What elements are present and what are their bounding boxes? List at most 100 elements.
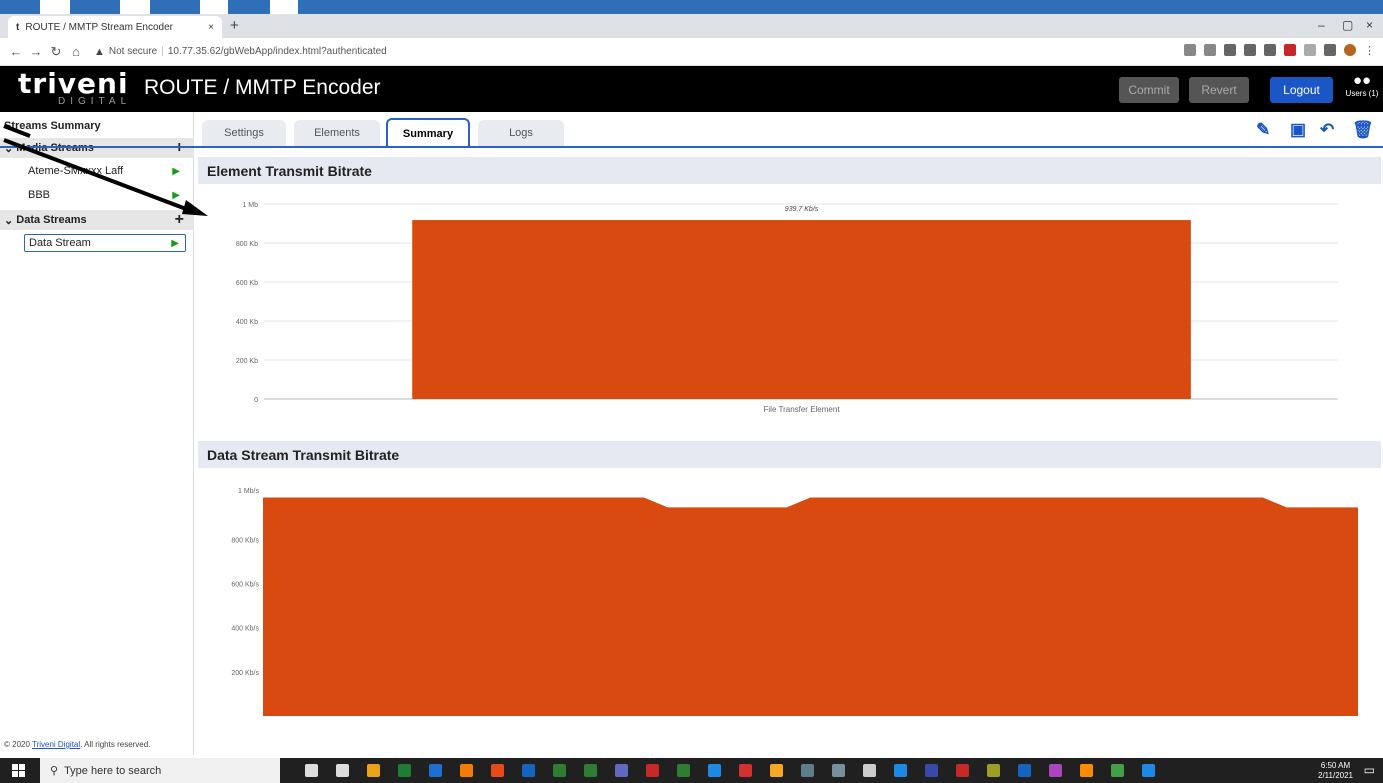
y-tick-label: 400 Kb/s	[231, 626, 259, 633]
taskbar-app-icon[interactable]	[801, 764, 814, 777]
logo-subtitle: DIGITAL	[58, 96, 132, 107]
maximize-button[interactable]: ▢	[1342, 18, 1353, 32]
taskbar-search-placeholder: Type here to search	[64, 764, 162, 777]
users-icon: ●●	[1352, 72, 1372, 89]
taskbar-app-icon[interactable]	[987, 764, 1000, 777]
app-title: ROUTE / MMTP Encoder	[144, 76, 381, 99]
taskbar-app-icon[interactable]	[336, 764, 349, 777]
taskbar-app-icon[interactable]	[832, 764, 845, 777]
save-icon[interactable]: ▣	[1290, 120, 1306, 140]
close-window-button[interactable]: ×	[1366, 18, 1373, 32]
copyright-suffix: . All rights reserved.	[80, 740, 151, 749]
panel-title: Data Stream Transmit Bitrate	[207, 446, 400, 463]
taskbar-app-icon[interactable]	[1080, 764, 1093, 777]
url-field[interactable]: ▲ Not secure | 10.77.35.62/gbWebApp/inde…	[94, 46, 387, 58]
minimize-button[interactable]: –	[1318, 18, 1325, 32]
taskbar-app-icon[interactable]	[367, 764, 380, 777]
taskbar-app-icon[interactable]	[770, 764, 783, 777]
star-icon[interactable]	[1204, 44, 1216, 56]
taskbar-app-icon[interactable]	[429, 764, 442, 777]
copyright-footer: © 2020 Triveni Digital. All rights reser…	[4, 740, 150, 749]
y-tick-label: 400 Kb	[236, 319, 258, 326]
y-tick-label: 1 Mb/s	[238, 488, 260, 495]
users-label: Users (1)	[1345, 89, 1379, 98]
logout-button[interactable]: Logout	[1270, 77, 1333, 103]
menu-icon[interactable]: ⋮	[1364, 44, 1375, 57]
browser-tab[interactable]: t ROUTE / MMTP Stream Encoder ×	[8, 16, 222, 38]
taskbar-clock[interactable]: 6:50 AM 2/11/2021	[1318, 761, 1353, 781]
revert-button[interactable]: Revert	[1189, 77, 1249, 103]
tab-logs[interactable]: Logs	[478, 120, 564, 146]
triveni-link[interactable]: Triveni Digital	[32, 740, 80, 749]
new-tab-button[interactable]: +	[230, 17, 239, 34]
logo: triveni DIGITAL	[18, 70, 136, 107]
stream-label: Data Stream	[29, 237, 91, 249]
taskbar-app-icon[interactable]	[398, 764, 411, 777]
taskbar-app-icon[interactable]	[925, 764, 938, 777]
undo-icon[interactable]: ↶	[1320, 120, 1334, 140]
windows-start-icon[interactable]	[12, 764, 25, 777]
browser-tabstrip: t ROUTE / MMTP Stream Encoder × + – ▢ ×	[0, 14, 1383, 38]
element-bitrate-header: Element Transmit Bitrate	[198, 157, 1381, 184]
app-tabs: Settings Elements Summary Logs	[198, 112, 1383, 148]
edit-icon[interactable]: ✎	[1256, 120, 1270, 140]
copyright-prefix: © 2020	[4, 740, 32, 749]
taskbar-app-icon[interactable]	[460, 764, 473, 777]
extension-icon[interactable]	[1264, 44, 1276, 56]
taskbar-app-icon[interactable]	[863, 764, 876, 777]
taskbar-app-icon[interactable]	[1018, 764, 1031, 777]
taskbar-app-icon[interactable]	[584, 764, 597, 777]
taskbar-app-icon[interactable]	[956, 764, 969, 777]
taskbar-app-icon[interactable]	[553, 764, 566, 777]
warning-icon: ▲	[94, 45, 105, 58]
panel-title: Element Transmit Bitrate	[207, 162, 372, 179]
taskbar-app-icon[interactable]	[1111, 764, 1124, 777]
extension-icon[interactable]	[1224, 44, 1236, 56]
taskbar-app-icon[interactable]	[615, 764, 628, 777]
taskbar-app-icon[interactable]	[894, 764, 907, 777]
tab-summary[interactable]: Summary	[386, 118, 470, 148]
reload-icon[interactable]: ↻	[46, 44, 66, 60]
taskbar-app-icon[interactable]	[1049, 764, 1062, 777]
top-banner	[0, 0, 1383, 14]
y-tick-label: 800 Kb	[236, 241, 258, 248]
key-icon[interactable]	[1184, 44, 1196, 56]
y-tick-label: 200 Kb	[236, 358, 258, 365]
stream-item[interactable]: Data Stream ▶	[24, 234, 186, 252]
x-tick-label: File Transfer Element	[764, 405, 841, 414]
delete-icon[interactable]: 🗑	[1352, 120, 1374, 140]
forward-icon[interactable]: →	[26, 44, 46, 59]
taskbar-app-icon[interactable]	[1142, 764, 1155, 777]
search-icon: ⚲	[50, 765, 59, 777]
users-button[interactable]: ●● Users (1)	[1344, 72, 1380, 98]
profile-avatar[interactable]	[1344, 44, 1356, 56]
clock-date: 2/11/2021	[1318, 771, 1353, 780]
play-icon[interactable]: ▶	[171, 238, 179, 249]
y-tick-label: 600 Kb/s	[231, 582, 259, 589]
taskbar-app-icon[interactable]	[305, 764, 318, 777]
favicon-icon: t	[16, 21, 20, 33]
pdf-icon[interactable]	[1284, 44, 1296, 56]
home-icon[interactable]: ⌂	[66, 44, 86, 59]
notification-icon[interactable]: ▭	[1364, 763, 1375, 777]
annotation-arrow	[3, 124, 208, 216]
taskbar-app-icon[interactable]	[491, 764, 504, 777]
taskbar-app-icon[interactable]	[739, 764, 752, 777]
taskbar-app-icon[interactable]	[708, 764, 721, 777]
tab-elements[interactable]: Elements	[294, 120, 380, 146]
stream-bitrate-header: Data Stream Transmit Bitrate	[198, 441, 1381, 468]
taskbar-app-icon[interactable]	[522, 764, 535, 777]
taskbar-app-icon[interactable]	[677, 764, 690, 777]
puzzle-icon[interactable]	[1324, 44, 1336, 56]
extension-icon[interactable]	[1244, 44, 1256, 56]
commit-button[interactable]: Commit	[1119, 77, 1179, 103]
bar	[412, 220, 1191, 399]
windows-taskbar: ⚲ Type here to search 6:50 AM 2/11/2021 …	[0, 758, 1383, 783]
tab-close-icon[interactable]: ×	[208, 22, 214, 33]
extension-icon[interactable]	[1304, 44, 1316, 56]
back-icon[interactable]: ←	[6, 44, 26, 59]
taskbar-search[interactable]: ⚲ Type here to search	[40, 758, 280, 783]
y-tick-label: 600 Kb	[236, 280, 258, 287]
app-header: triveni DIGITAL ROUTE / MMTP Encoder Com…	[0, 66, 1383, 112]
taskbar-app-icon[interactable]	[646, 764, 659, 777]
